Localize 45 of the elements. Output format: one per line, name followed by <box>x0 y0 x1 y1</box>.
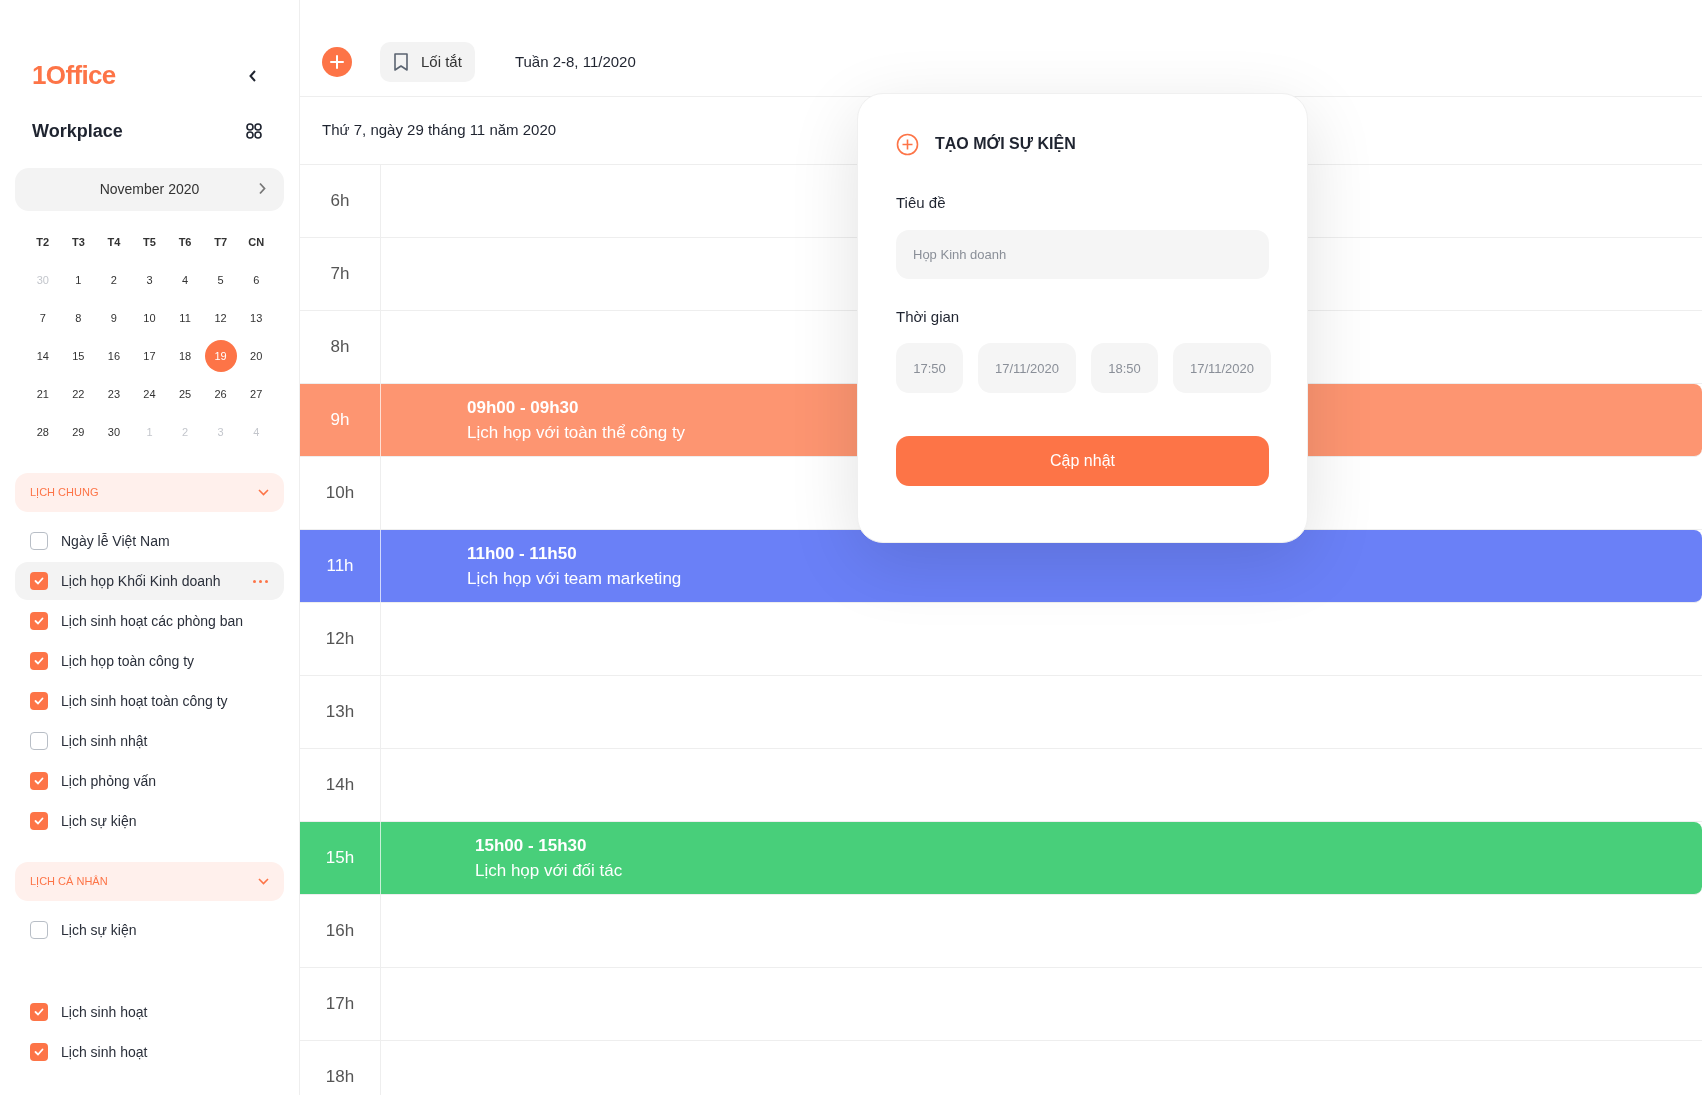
weekday-label: T4 <box>107 234 121 250</box>
weekday-label: T6 <box>178 234 192 250</box>
hour-label: 9h <box>330 409 350 432</box>
week-range: Tuần 2-8, 11/2020 <box>514 51 636 72</box>
hour-label: 10h <box>325 482 355 505</box>
calendar-name: Lịch sự kiện <box>61 811 138 831</box>
calendar-name: Lịch sự kiện <box>61 920 138 940</box>
hour-label: 18h <box>325 1066 355 1089</box>
event-time: 15h00 - 15h30 <box>475 834 588 857</box>
weekday-label: T5 <box>143 234 156 250</box>
calendar-name: Lịch sinh hoạt toàn công ty <box>61 691 229 711</box>
event-time: 11h00 - 11h50 <box>467 542 578 565</box>
dialog-title: TẠO MỚI SỰ KIỆN <box>935 133 1076 154</box>
hour-label: 6h <box>330 190 350 213</box>
event-time: 09h00 - 09h30 <box>467 396 580 419</box>
hour-label: 7h <box>330 263 350 286</box>
calendar-name: Lịch sinh hoạt các phòng ban <box>61 611 245 631</box>
hour-label: 15h <box>325 847 355 870</box>
app-logo: 1Office <box>32 59 116 92</box>
event-title: Lịch họp với đối tác <box>475 860 623 882</box>
calendar-name: Lịch phỏng vấn <box>61 771 157 791</box>
hour-label: 13h <box>325 701 355 724</box>
field-label: Thời gian <box>896 306 961 327</box>
current-date: Thứ 7, ngày 29 tháng 11 năm 2020 <box>322 120 557 141</box>
calendar-name: Ngày lễ Việt Nam <box>61 531 171 551</box>
calendar-name: Lịch họp Khối Kinh doanh <box>61 571 222 591</box>
calendar-name: Lịch sinh hoạt <box>61 1002 149 1022</box>
weekday-label: T7 <box>214 234 228 250</box>
month-label: November 2020 <box>99 180 200 199</box>
hour-label: 16h <box>325 920 355 943</box>
hour-label: 12h <box>325 628 355 651</box>
weekday-label: T3 <box>71 234 85 250</box>
field-label: Tiêu đề <box>896 193 947 213</box>
calendar-name: Lịch sinh nhật <box>61 731 149 751</box>
hour-label: 14h <box>325 774 355 797</box>
calendar-name: Lịch sinh hoạt <box>61 1042 149 1062</box>
hour-label: 8h <box>330 336 350 359</box>
hour-label: 17h <box>325 993 355 1016</box>
event-title: Lịch họp với toàn thể công ty <box>467 422 686 444</box>
event-title: Lịch họp với team marketing <box>467 568 682 590</box>
workspace-title: Workplace <box>32 119 123 143</box>
weekday-label: T2 <box>36 234 50 250</box>
hour-label: 11h <box>326 555 354 578</box>
calendar-name: Lịch họp toàn công ty <box>61 651 196 671</box>
weekday-label: CN <box>248 234 265 250</box>
